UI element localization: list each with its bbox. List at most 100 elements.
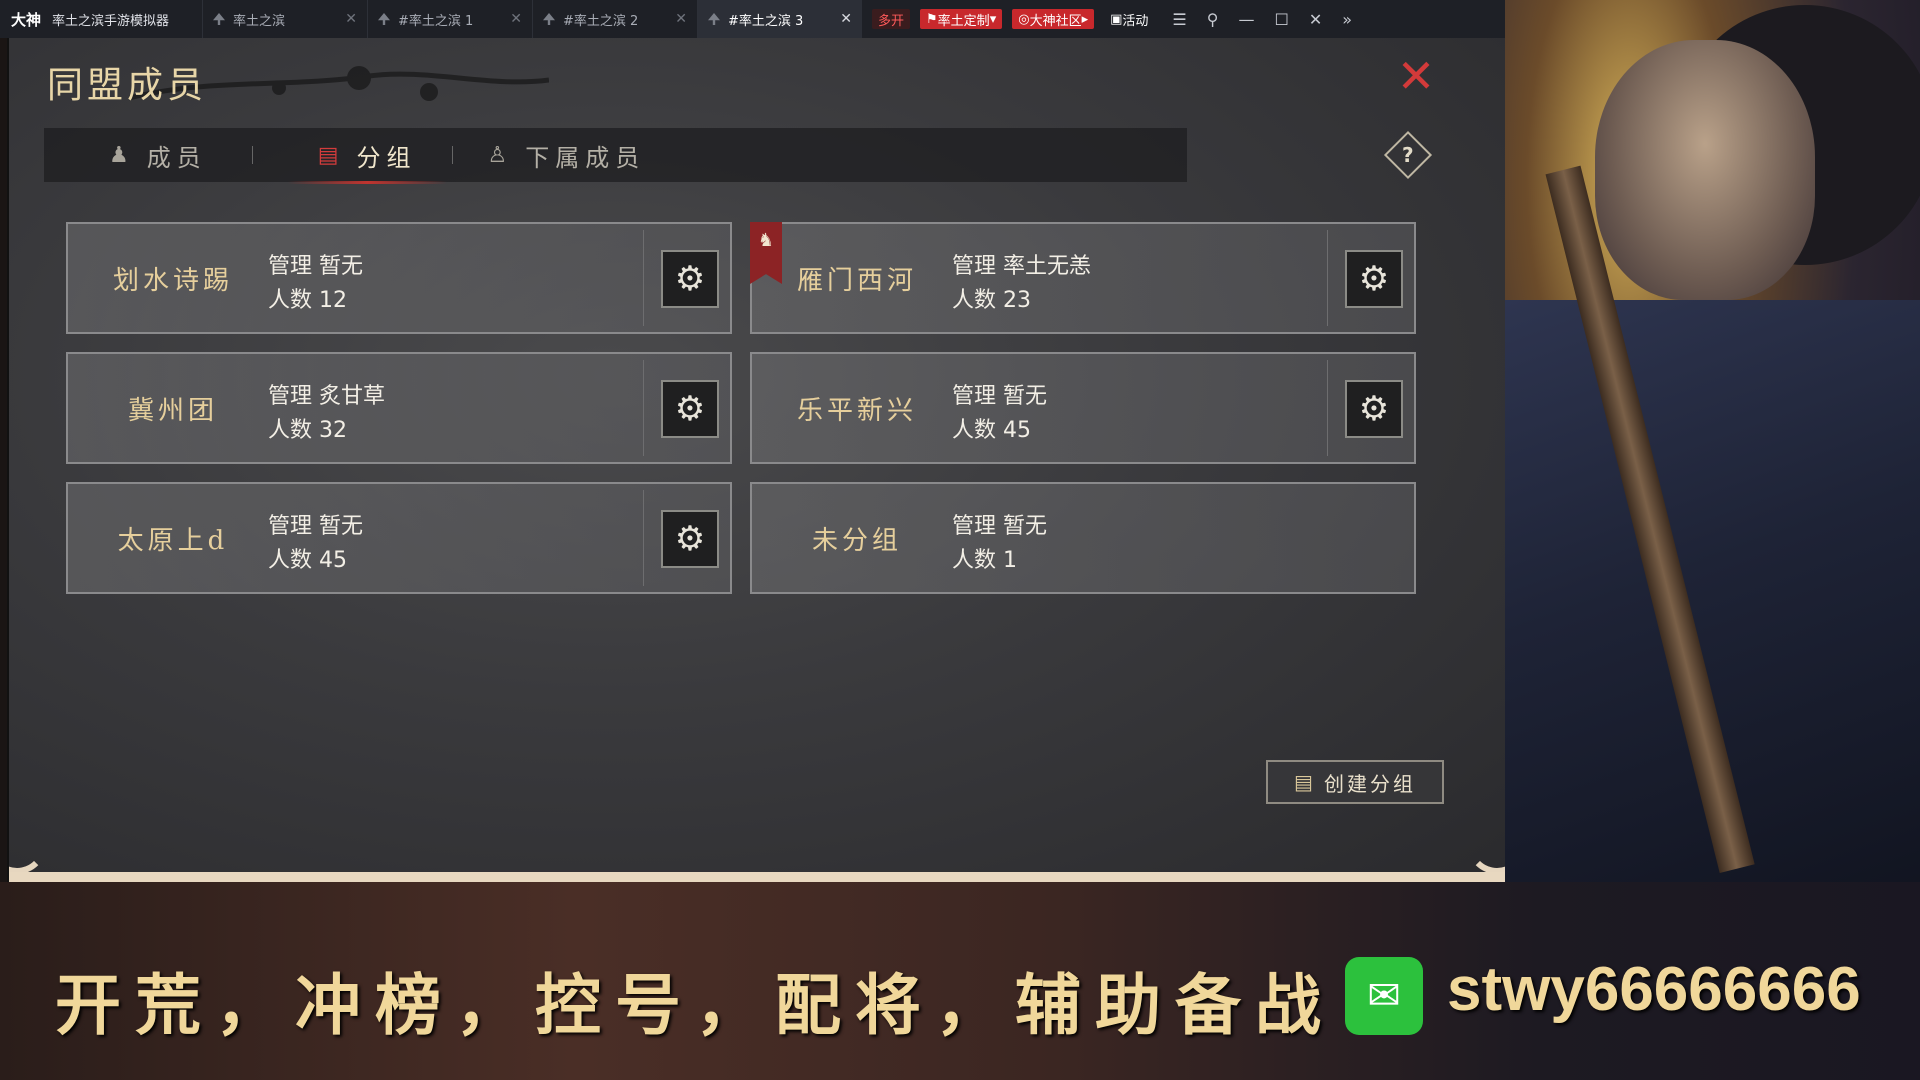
emulator-tab-label: #率土之滨 2 [563, 13, 639, 29]
community-icon: ◎ [1018, 11, 1030, 27]
banner-contact-id: stwy66666666 [1447, 955, 1861, 1024]
group-card[interactable]: 乐平新兴 管理 暂无 人数 45 ⚙ [750, 352, 1416, 464]
manager-label: 管理 [268, 514, 313, 539]
group-card[interactable]: 太原上d 管理 暂无 人数 45 ⚙ [66, 482, 732, 594]
expand-icon[interactable]: » [1342, 10, 1352, 29]
manager-label: 管理 [952, 514, 997, 539]
help-button[interactable]: ? [1383, 130, 1433, 180]
count-value: 32 [319, 418, 348, 443]
multi-instance-button[interactable]: 多开 [872, 9, 911, 29]
group-settings-button[interactable]: ⚙ [661, 250, 719, 308]
manager-value: 暂无 [1003, 384, 1048, 409]
count-label: 人数 [952, 288, 997, 313]
tab-divider [451, 146, 453, 164]
custom-label: 率土定制 [937, 13, 990, 29]
group-manager: 管理 暂无 [952, 378, 1047, 410]
character-artwork [1505, 0, 1920, 882]
group-settings-button[interactable]: ⚙ [1345, 380, 1403, 438]
game-icon [213, 13, 225, 25]
group-count: 人数 1 [952, 542, 1017, 574]
group-manager: 管理 炙甘草 [268, 378, 385, 410]
panel-close-button[interactable]: ✕ [1394, 53, 1438, 100]
tab-members[interactable]: ♟ 成员 [109, 128, 207, 182]
pin-icon[interactable]: ⚲ [1207, 10, 1219, 29]
manager-value: 暂无 [1003, 514, 1048, 539]
community-label: 大神社区 [1029, 13, 1082, 29]
emulator-tab-label: #率土之滨 3 [728, 13, 804, 29]
group-manager: 管理 暂无 [268, 508, 363, 540]
card-divider [1327, 230, 1328, 326]
tab-divider [251, 146, 253, 164]
group-count: 人数 12 [268, 282, 347, 314]
tab-close-icon[interactable]: ✕ [675, 11, 687, 27]
activity-button[interactable]: ▣ 活动 [1104, 9, 1154, 29]
group-count: 人数 45 [952, 412, 1031, 444]
artwork-face [1595, 40, 1815, 300]
group-settings-button[interactable]: ⚙ [1345, 250, 1403, 308]
ad-banner: 开荒，冲榜，控号，配将，辅助备战 ✉ stwy66666666 [0, 882, 1920, 1080]
group-card-ungrouped[interactable]: 未分组 管理 暂无 人数 1 [750, 482, 1416, 594]
manager-label: 管理 [268, 254, 313, 279]
group-card[interactable]: 冀州团 管理 炙甘草 人数 32 ⚙ [66, 352, 732, 464]
group-count: 人数 23 [952, 282, 1031, 314]
member-icon: ♟ [109, 142, 135, 168]
group-manager: 管理 暂无 [952, 508, 1047, 540]
create-group-button[interactable]: ▤ 创建分组 [1266, 760, 1444, 804]
group-settings-button[interactable]: ⚙ [661, 510, 719, 568]
emulator-tab-3[interactable]: #率土之滨 3 ✕ [697, 0, 862, 38]
menu-icon[interactable]: ☰ [1172, 10, 1186, 29]
gift-icon: ▣ [1110, 11, 1123, 27]
count-label: 人数 [268, 418, 313, 443]
game-viewport: 同盟成员 ✕ ? ♟ 成员 ▤ 分组 ♙ 下属成员 划水诗踢 管理 暂无 人数 … [7, 38, 1505, 882]
manager-value: 暂无 [319, 254, 364, 279]
maximize-icon[interactable]: ☐ [1274, 10, 1288, 29]
custom-button[interactable]: ⚑ 率土定制 ▾ [920, 9, 1003, 29]
community-button[interactable]: ◎ 大神社区 ▸ [1012, 9, 1095, 29]
count-value: 45 [319, 548, 348, 573]
subordinate-icon: ♙ [487, 142, 514, 168]
group-count: 人数 32 [268, 412, 347, 444]
game-icon [378, 13, 390, 25]
group-card[interactable]: 划水诗踢 管理 暂无 人数 12 ⚙ [66, 222, 732, 334]
gear-icon: ⚙ [674, 259, 706, 299]
close-icon[interactable]: ✕ [1309, 10, 1322, 29]
tab-close-icon[interactable]: ✕ [510, 11, 522, 27]
emulator-tab-1[interactable]: #率土之滨 1 ✕ [367, 0, 532, 38]
emulator-tab-main[interactable]: 率土之滨 ✕ [202, 0, 367, 38]
game-icon [543, 13, 555, 25]
manager-value: 炙甘草 [319, 384, 386, 409]
tab-label: 下属成员 [525, 143, 646, 172]
tab-label: 成员 [146, 143, 207, 172]
app-title: 率土之滨手游模拟器 [52, 13, 170, 29]
count-label: 人数 [952, 548, 997, 573]
frame-corner-left [9, 814, 47, 874]
tab-subordinates[interactable]: ♙ 下属成员 [488, 128, 646, 182]
tab-close-icon[interactable]: ✕ [345, 11, 357, 27]
activity-label: 活动 [1122, 13, 1149, 29]
emulator-tab-label: #率土之滨 1 [398, 13, 474, 29]
list-add-icon: ▤ [1294, 770, 1316, 794]
card-divider [643, 360, 644, 456]
tab-groups[interactable]: ▤ 分组 [287, 128, 447, 184]
count-value: 23 [1003, 288, 1032, 313]
game-icon [708, 13, 720, 25]
tab-label: 分组 [356, 143, 417, 172]
banner-slogan: 开荒，冲榜，控号，配将，辅助备战 [55, 966, 1335, 1044]
create-group-label: 创建分组 [1323, 771, 1416, 796]
panel-tabbar: ♟ 成员 ▤ 分组 ♙ 下属成员 [44, 128, 1187, 184]
group-card[interactable]: ♞ 雁门西河 管理 率土无恙 人数 23 ⚙ [750, 222, 1416, 334]
tab-close-icon[interactable]: ✕ [840, 11, 852, 27]
emulator-tab-2[interactable]: #率土之滨 2 ✕ [532, 0, 697, 38]
manager-label: 管理 [268, 384, 313, 409]
gear-icon: ⚙ [674, 389, 706, 429]
wechat-icon: ✉ [1345, 957, 1423, 1035]
group-name: 乐平新兴 [796, 395, 917, 426]
group-count: 人数 45 [268, 542, 347, 574]
emulator-titlebar: 大神 率土之滨手游模拟器 率土之滨 ✕ #率土之滨 1 ✕ #率土之滨 2 ✕ … [0, 0, 1505, 38]
group-icon: ▤ [317, 142, 345, 168]
group-name: 太原上d [117, 525, 229, 556]
group-settings-button[interactable]: ⚙ [661, 380, 719, 438]
frame-corner-right [1467, 814, 1505, 874]
minimize-icon[interactable]: — [1238, 10, 1254, 29]
manager-value: 暂无 [319, 514, 364, 539]
